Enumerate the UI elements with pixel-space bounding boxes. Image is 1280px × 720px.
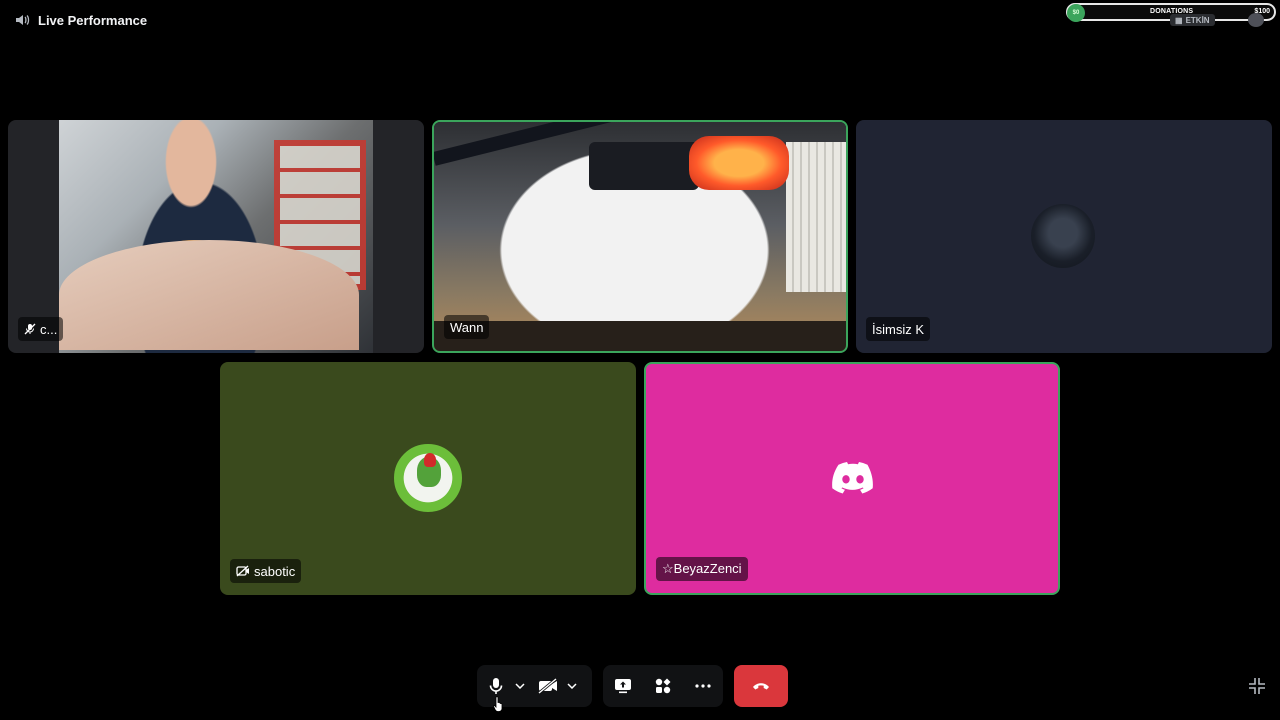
- participant-tile-c[interactable]: c...: [8, 120, 424, 353]
- channel-title: Live Performance: [38, 12, 148, 28]
- participant-video: [59, 120, 373, 353]
- mic-muted-icon: [24, 323, 36, 335]
- share-controls-group: [603, 665, 723, 707]
- participant-tile-wann[interactable]: Wann: [432, 120, 848, 353]
- participant-tile-isimsiz[interactable]: İsimsiz K: [856, 120, 1272, 353]
- participant-name: Wann: [450, 319, 484, 335]
- camera-options-chevron-icon[interactable]: [563, 665, 581, 707]
- chat-icon[interactable]: [1248, 13, 1264, 27]
- camera-off-icon: [236, 565, 250, 577]
- end-call-button[interactable]: [734, 665, 788, 707]
- discord-logo-icon: [832, 462, 874, 499]
- participant-name: c...: [40, 321, 58, 337]
- badge-label: ETKİN: [1185, 15, 1210, 25]
- camera-button[interactable]: [533, 665, 563, 707]
- participant-tile-sabotic[interactable]: sabotic: [220, 362, 636, 595]
- participant-name-tag: sabotic: [230, 559, 302, 583]
- microphone-body: [589, 142, 699, 190]
- mouse-cursor-icon: [493, 696, 503, 717]
- screen-share-button[interactable]: [608, 665, 638, 707]
- arm: [59, 240, 359, 350]
- speaker-icon: [14, 12, 30, 28]
- participant-video: [434, 122, 846, 351]
- activities-button[interactable]: [648, 665, 678, 707]
- participant-name-tag: ☆BeyazZenci: [656, 557, 748, 581]
- participant-name-tag: c...: [18, 317, 64, 341]
- participant-name-tag: İsimsiz K: [866, 317, 930, 341]
- channel-header: Live Performance: [14, 10, 147, 30]
- participant-name-tag: Wann: [444, 315, 490, 339]
- more-options-icon[interactable]: [688, 665, 718, 707]
- exit-fullscreen-icon[interactable]: [1248, 677, 1266, 695]
- desk: [434, 321, 846, 351]
- participant-tile-beyazzenci[interactable]: ☆BeyazZenci: [644, 362, 1060, 595]
- radiator: [786, 142, 846, 292]
- microphone-glow: [689, 136, 789, 190]
- participant-name: ☆BeyazZenci: [662, 561, 742, 576]
- microphone-options-chevron-icon[interactable]: [511, 665, 529, 707]
- status-badge: ▦ ETKİN: [1170, 14, 1215, 26]
- participant-avatar: [1031, 204, 1095, 268]
- participant-name: sabotic: [254, 563, 296, 579]
- badge-icon: ▦: [1175, 15, 1183, 25]
- participant-avatar: [394, 444, 462, 512]
- donor-avatar: $0: [1067, 4, 1085, 22]
- participant-name: İsimsiz K: [872, 321, 924, 337]
